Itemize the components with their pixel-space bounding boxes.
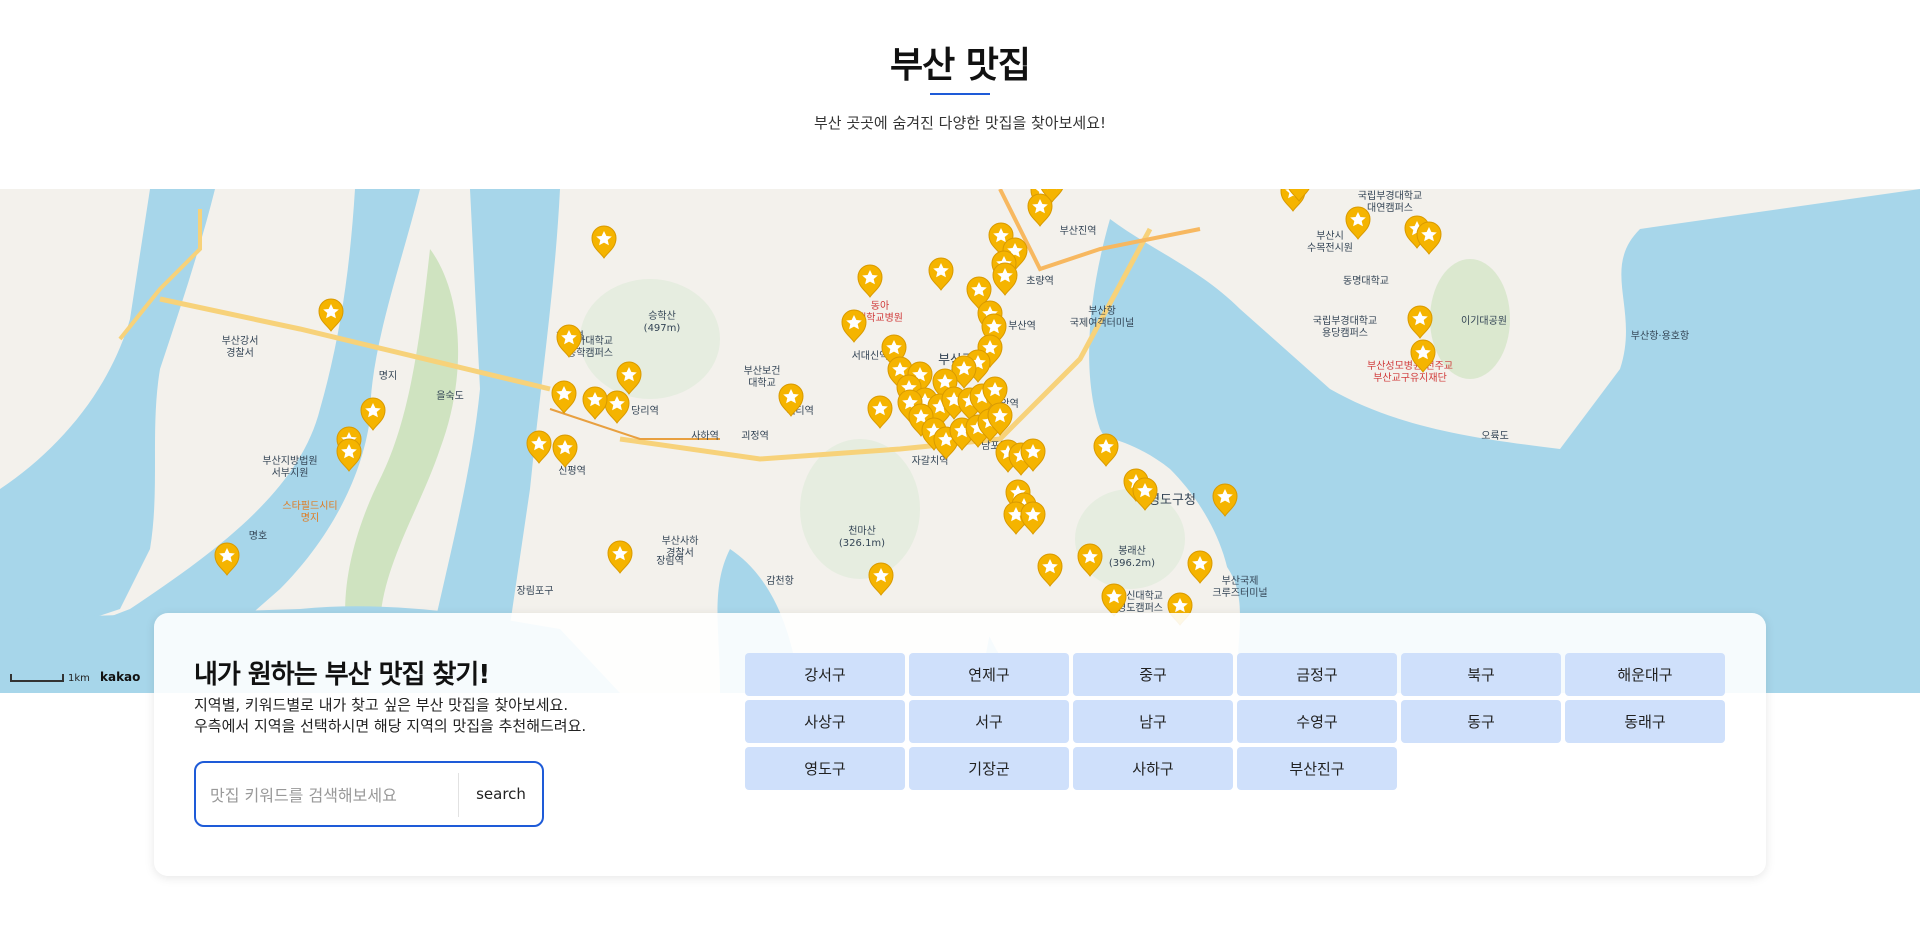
- search-input[interactable]: [208, 773, 452, 817]
- finder-desc-line-1: 지역별, 키워드별로 내가 찾고 싶은 부산 맛집을 찾아보세요.: [194, 696, 569, 714]
- map-label-igidae: 이기대공원: [1461, 315, 1507, 327]
- map-label-saha: 사하역: [691, 429, 719, 442]
- district-button[interactable]: 연제구: [909, 653, 1069, 696]
- search-button[interactable]: search: [460, 763, 542, 825]
- finder-title: 내가 원하는 부산 맛집 찾기!: [194, 660, 490, 690]
- page-title: 부산 맛집: [889, 45, 1031, 86]
- map-label-pknu: 국립부경대학교 용당캠퍼스: [1313, 314, 1377, 339]
- map-label-oryukdo: 오륙도: [1481, 430, 1509, 442]
- district-button[interactable]: 금정구: [1237, 653, 1397, 696]
- district-button[interactable]: 동구: [1401, 700, 1561, 743]
- district-button[interactable]: 영도구: [745, 747, 905, 790]
- map-label-sinpyeong: 신평역: [558, 465, 586, 477]
- page-header: 부산 맛집 부산 곳곳에 숨겨진 다양한 맛집을 찾아보세요!: [0, 0, 1920, 189]
- district-button[interactable]: 수영구: [1237, 700, 1397, 743]
- title-underline: [930, 93, 990, 95]
- district-button[interactable]: 남구: [1073, 700, 1233, 743]
- district-button[interactable]: 강서구: [745, 653, 905, 696]
- cheonmasan-park: [800, 439, 920, 579]
- map-label-jangnim-st: 장림역: [656, 555, 684, 567]
- district-button[interactable]: 해운대구: [1565, 653, 1725, 696]
- map-label-bay: 부산항·용호항: [1631, 330, 1689, 342]
- search-box: search: [194, 761, 544, 827]
- search-divider: [458, 773, 459, 817]
- scale-label: 1km: [68, 673, 90, 684]
- page-subtitle: 부산 곳곳에 숨겨진 다양한 맛집을 찾아보세요!: [813, 114, 1107, 132]
- map-label-tongmyong: 동명대학교: [1343, 275, 1389, 287]
- kakao-logo[interactable]: kakao: [100, 670, 140, 684]
- map-label-goejeong: 괴정역: [741, 430, 769, 442]
- map-label-busanjin: 부산진역: [1060, 225, 1097, 237]
- map-label-busan-st: 부산역: [1008, 320, 1036, 332]
- district-button[interactable]: 북구: [1401, 653, 1561, 696]
- map-label-jangnim: 장림포구: [517, 585, 554, 597]
- map-label-pknu-daeyeon: 국립부경대학교 대연캠퍼스: [1358, 189, 1422, 214]
- map-scale: 1km: [10, 673, 90, 684]
- district-grid: 강서구 연제구 중구 금정구 북구 해운대구사상구 서구 남구 수영구 동구 동래구영도구 기장군 사하…: [745, 653, 1727, 790]
- district-button[interactable]: 부산진구: [1237, 747, 1397, 790]
- map-label-choryang: 초량역: [1026, 275, 1054, 287]
- district-button[interactable]: 중구: [1073, 653, 1233, 696]
- district-button[interactable]: 동래구: [1565, 700, 1725, 743]
- finder-panel: 내가 원하는 부산 맛집 찾기! 지역별, 키워드별로 내가 찾고 싶은 부산 …: [154, 613, 1766, 876]
- finder-desc-line-2: 우측에서 지역을 선택하시면 해당 지역의 맛집을 추천해드려요.: [194, 717, 587, 735]
- scale-bar: [10, 674, 64, 682]
- district-button[interactable]: 사상구: [745, 700, 905, 743]
- map-label-myeongji: 명지: [379, 370, 397, 382]
- map-label-myeongho: 명호: [249, 530, 267, 542]
- map-label-gamcheon: 감천항: [766, 575, 794, 587]
- district-button[interactable]: 서구: [909, 700, 1069, 743]
- district-button[interactable]: 기장군: [909, 747, 1069, 790]
- map-label-eulsukdo: 을숙도: [436, 390, 464, 402]
- district-button[interactable]: 사하구: [1073, 747, 1233, 790]
- finder-description: 지역별, 키워드별로 내가 찾고 싶은 부산 맛집을 찾아보세요. 우측에서 지…: [194, 695, 586, 737]
- map-label-dangni: 당리역: [631, 405, 659, 417]
